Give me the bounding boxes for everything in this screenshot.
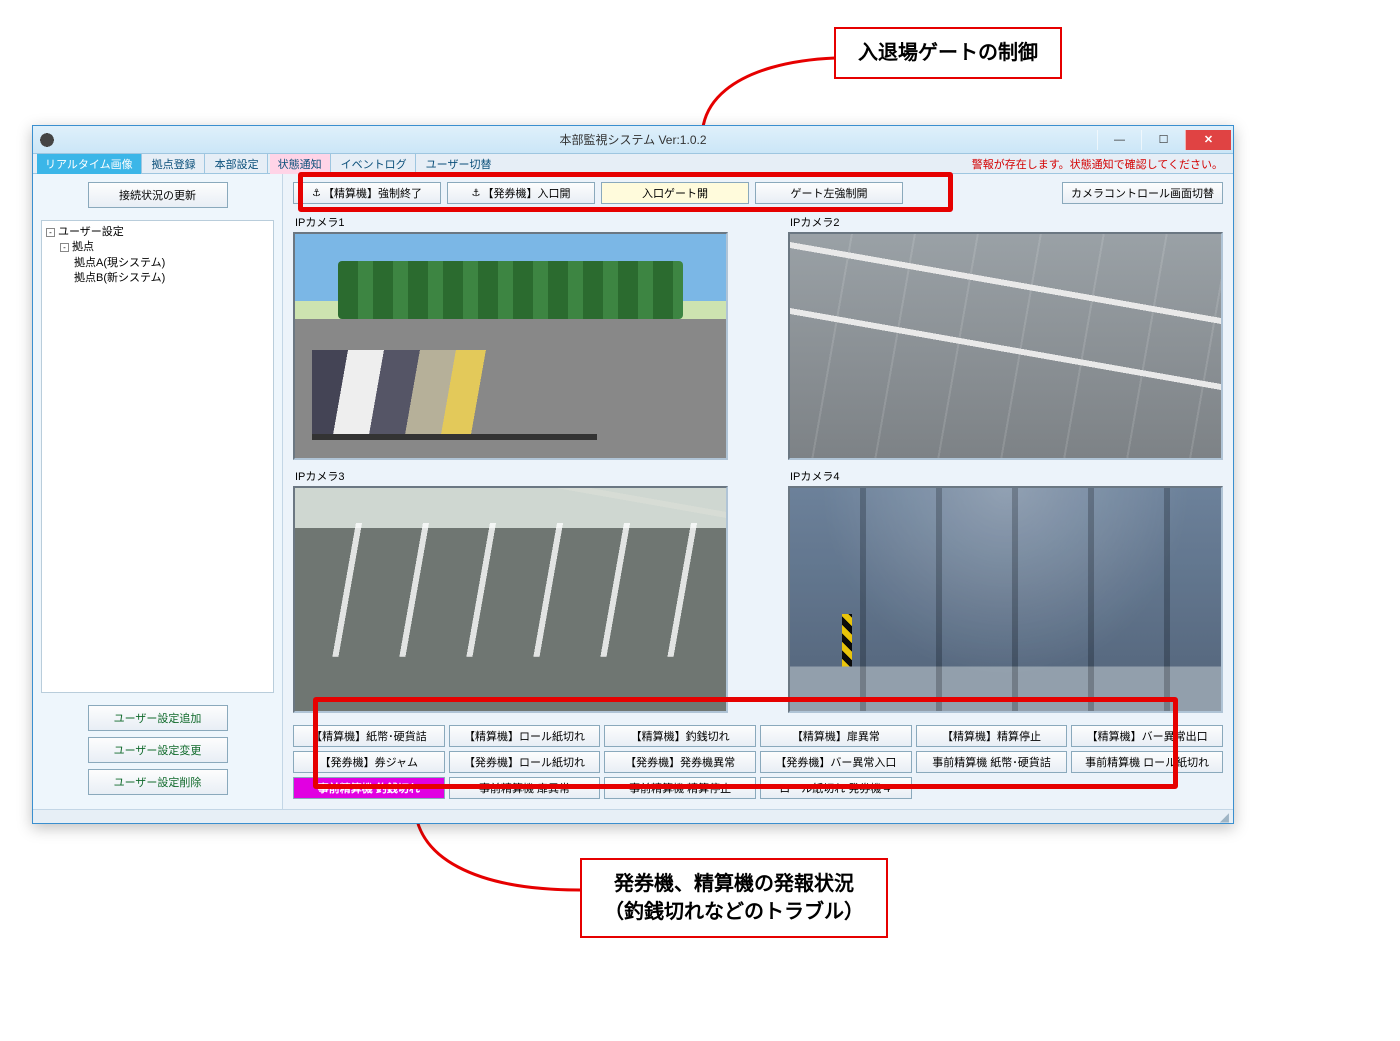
camera-view-3[interactable] xyxy=(293,486,728,714)
callout-line2: （釣銭切れなどのトラブル） xyxy=(604,901,864,923)
tree-root[interactable]: -ユーザー設定 xyxy=(46,225,269,240)
status-cell[interactable]: 【精算機】バー異常出口 xyxy=(1071,725,1223,747)
sidebar: 接続状況の更新 -ユーザー設定 -拠点 拠点A(現システム) 拠点B(新システム… xyxy=(33,174,283,809)
anchor-icon: ⚓︎ xyxy=(312,188,321,199)
tab-eventlog[interactable]: イベントログ xyxy=(333,154,416,174)
status-cell[interactable]: 事前精算機 ロール紙切れ xyxy=(1071,751,1223,773)
tree-toggle-icon[interactable]: - xyxy=(60,243,69,252)
status-cell[interactable]: 【発券機】発券機異常 xyxy=(604,751,756,773)
status-cell[interactable]: 【精算機】紙幣･硬貨詰 xyxy=(293,725,445,747)
status-cell[interactable]: 【発券機】バー異常入口 xyxy=(760,751,912,773)
tab-hq-config[interactable]: 本部設定 xyxy=(207,154,268,174)
app-window: 本部監視システム Ver:1.0.2 リアルタイム画像 拠点登録 本部設定 状態… xyxy=(32,125,1234,824)
tab-realtime[interactable]: リアルタイム画像 xyxy=(37,154,142,174)
callout-line1: 発券機、精算機の発報状況 xyxy=(614,873,854,895)
callout-alert-status: 発券機、精算機の発報状況 （釣銭切れなどのトラブル） xyxy=(580,858,888,938)
callout-gate-control: 入退場ゲートの制御 xyxy=(834,27,1062,79)
refresh-connection-button[interactable]: 接続状況の更新 xyxy=(88,182,228,208)
camera-label-1: IPカメラ1 xyxy=(293,214,728,232)
tab-status[interactable]: 状態通知 xyxy=(270,154,331,174)
user-edit-button[interactable]: ユーザー設定変更 xyxy=(88,737,228,763)
tree-toggle-icon[interactable]: - xyxy=(46,228,55,237)
site-tree[interactable]: -ユーザー設定 -拠点 拠点A(現システム) 拠点B(新システム) xyxy=(41,220,274,693)
status-cell[interactable]: 【精算機】扉異常 xyxy=(760,725,912,747)
resize-grip[interactable]: ◢ xyxy=(33,809,1233,823)
status-cell[interactable]: 事前精算機 紙幣･硬貨詰 xyxy=(916,751,1068,773)
tab-site-reg[interactable]: 拠点登録 xyxy=(144,154,205,174)
status-cell[interactable]: 【精算機】精算停止 xyxy=(916,725,1068,747)
camera-label-4: IPカメラ4 xyxy=(788,468,1223,486)
status-cell[interactable]: 事前精算機 釣銭切れ xyxy=(293,777,445,799)
status-cell[interactable]: 【精算機】釣銭切れ xyxy=(604,725,756,747)
status-cell[interactable]: 【発券機】券ジャム xyxy=(293,751,445,773)
status-cell[interactable]: 【精算機】ロール紙切れ xyxy=(449,725,601,747)
user-add-button[interactable]: ユーザー設定追加 xyxy=(88,705,228,731)
btn-camera-control-switch[interactable]: カメラコントロール画面切替 xyxy=(1062,182,1223,204)
tree-site-b[interactable]: 拠点B(新システム) xyxy=(46,271,269,286)
tree-sites[interactable]: -拠点 xyxy=(46,240,269,255)
status-cell[interactable]: 【発券機】ロール紙切れ xyxy=(449,751,601,773)
status-panel: 【精算機】紙幣･硬貨詰【精算機】ロール紙切れ【精算機】釣銭切れ【精算機】扉異常【… xyxy=(289,721,1227,803)
titlebar[interactable]: 本部監視システム Ver:1.0.2 xyxy=(33,126,1233,154)
camera-label-3: IPカメラ3 xyxy=(293,468,728,486)
camera-grid: IPカメラ1 IPカメラ2 IPカメラ3 IPカメラ4 xyxy=(289,210,1227,717)
status-cell[interactable]: 事前精算機 扉異常 xyxy=(449,777,601,799)
camera-label-2: IPカメラ2 xyxy=(788,214,1223,232)
status-cell[interactable]: ロール紙切れ 発券機４ xyxy=(760,777,912,799)
btn-entry-gate-open[interactable]: 入口ゲート開 xyxy=(601,182,749,204)
status-cell[interactable]: 事前精算機 精算停止 xyxy=(604,777,756,799)
camera-view-1[interactable] xyxy=(293,232,728,460)
tab-user-switch[interactable]: ユーザー切替 xyxy=(418,154,500,174)
btn-payment-force-end[interactable]: ⚓︎【精算機】強制終了 xyxy=(293,182,441,204)
window-title: 本部監視システム Ver:1.0.2 xyxy=(33,131,1233,148)
callout-text: 入退場ゲートの制御 xyxy=(858,42,1038,64)
btn-ticket-entrance-open[interactable]: ⚓︎【発券機】入口開 xyxy=(447,182,595,204)
camera-view-2[interactable] xyxy=(788,232,1223,460)
content-area: ⚓︎【精算機】強制終了 ⚓︎【発券機】入口開 入口ゲート開 ゲート左強制開 カメ… xyxy=(283,174,1233,809)
user-delete-button[interactable]: ユーザー設定削除 xyxy=(88,769,228,795)
gate-toolbar: ⚓︎【精算機】強制終了 ⚓︎【発券機】入口開 入口ゲート開 ゲート左強制開 カメ… xyxy=(289,180,1227,210)
tab-bar: リアルタイム画像 拠点登録 本部設定 状態通知 イベントログ ユーザー切替 警報… xyxy=(33,154,1233,174)
tree-site-a[interactable]: 拠点A(現システム) xyxy=(46,256,269,271)
btn-gate-left-force-open[interactable]: ゲート左強制開 xyxy=(755,182,903,204)
camera-view-4[interactable] xyxy=(788,486,1223,714)
global-alert-text: 警報が存在します。状態通知で確認してください。 xyxy=(972,156,1223,172)
anchor-icon: ⚓︎ xyxy=(472,188,481,199)
